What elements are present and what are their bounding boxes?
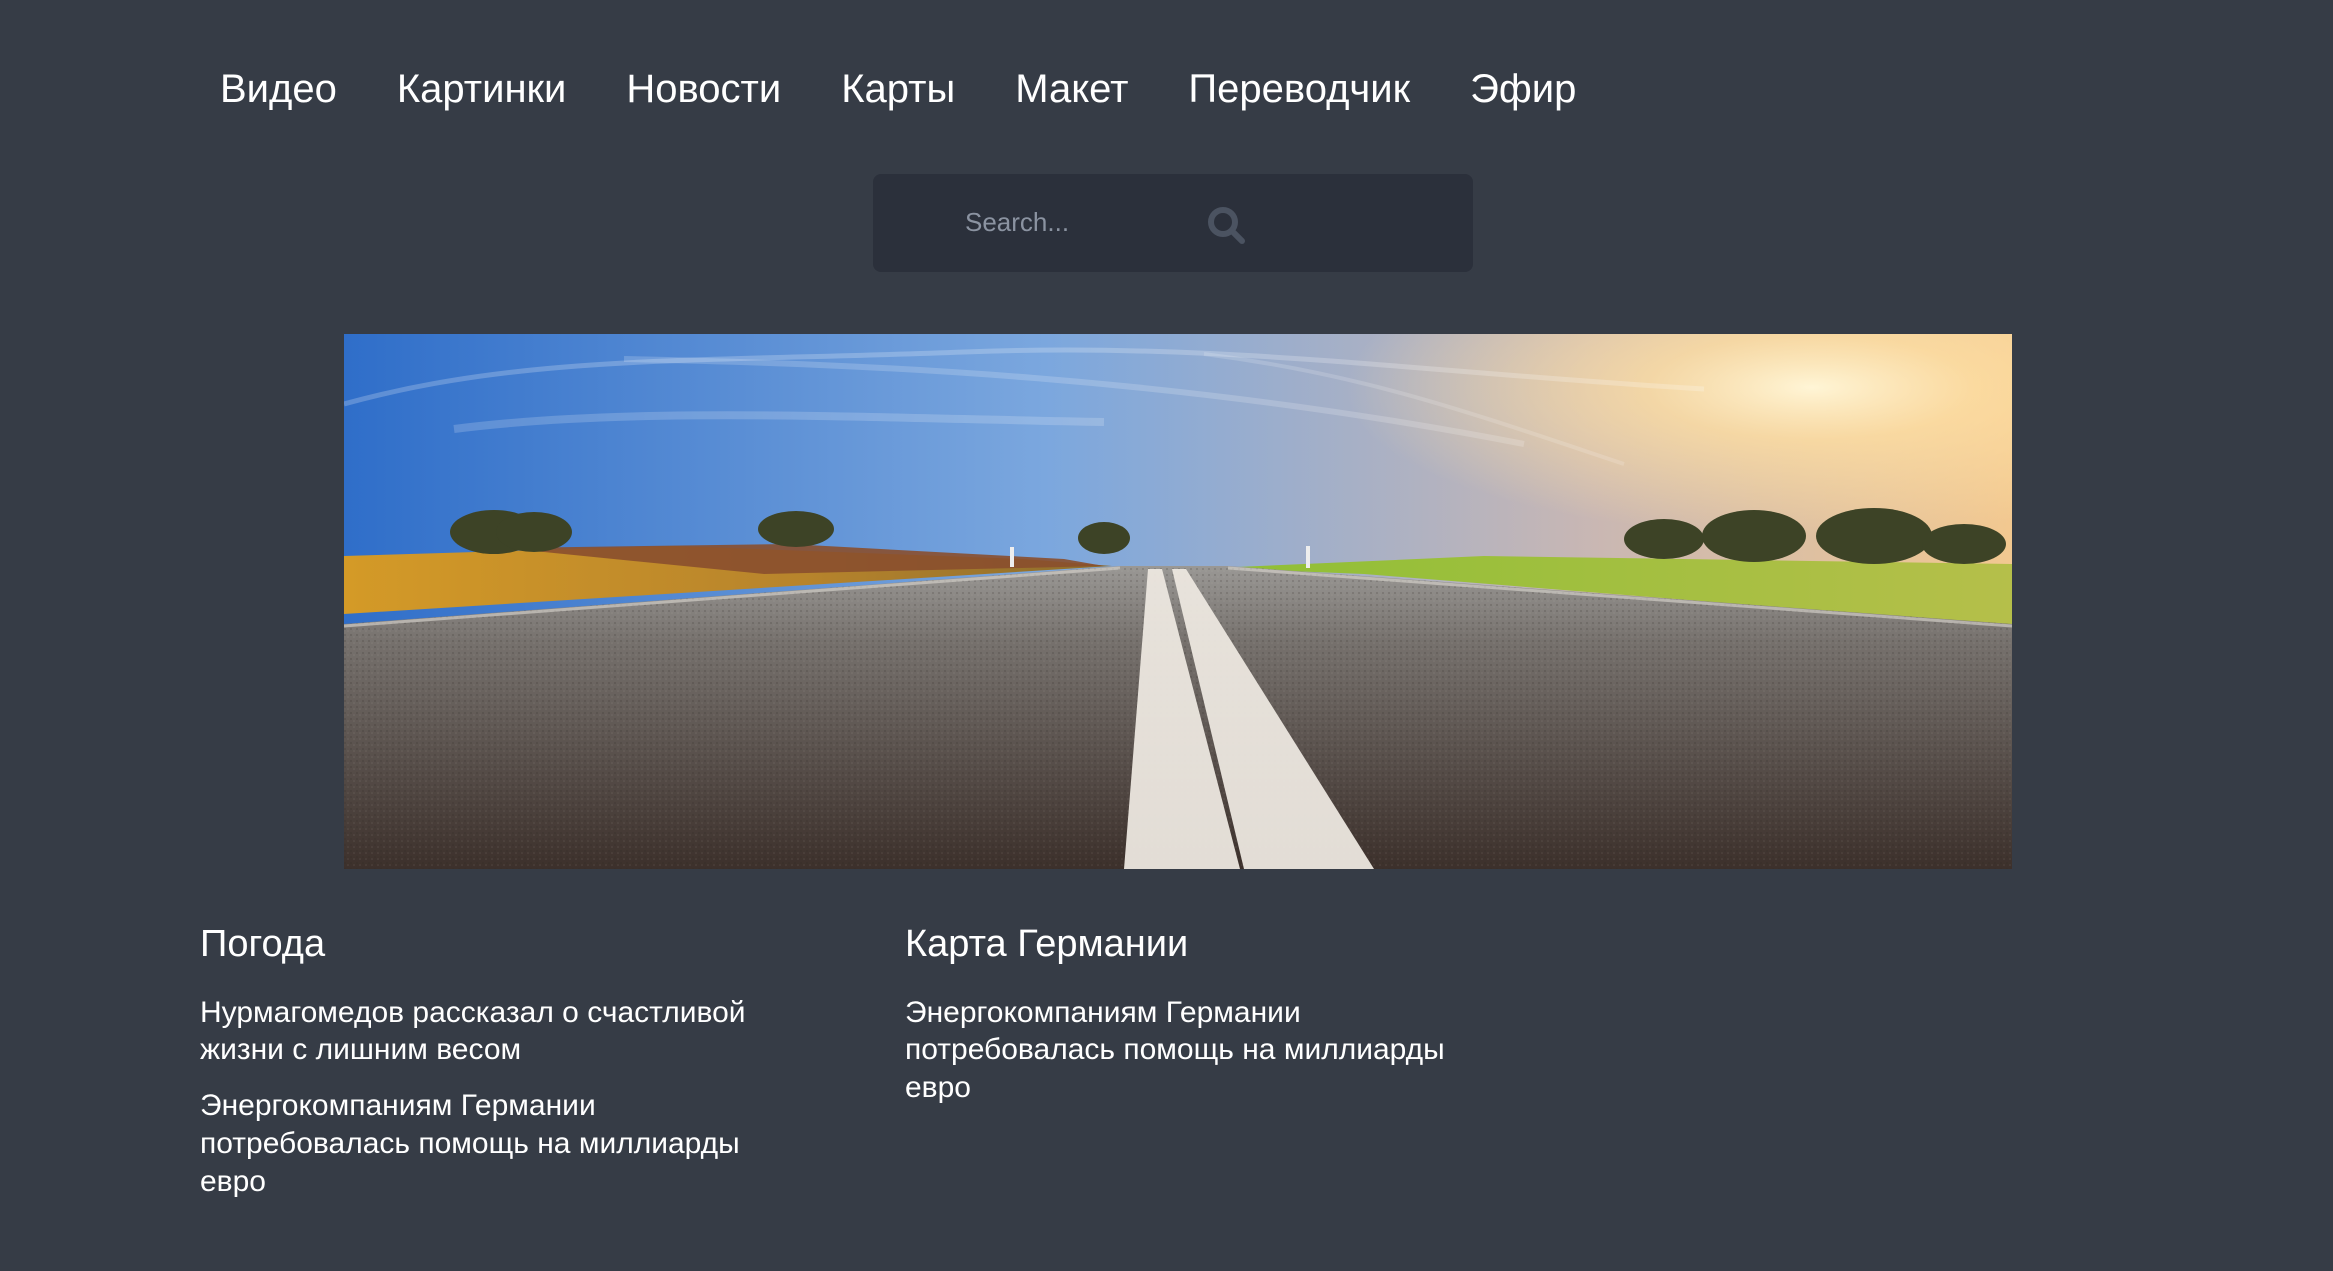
nav-item-layout[interactable]: Макет [1015,67,1128,112]
news-item[interactable]: Энергокомпаниям Германии потребовалась п… [200,1087,800,1200]
news-item[interactable]: Нурмагомедов рассказал о счастливой жизн… [200,994,800,1070]
nav-item-news[interactable]: Новости [626,67,781,112]
germany-map-column: Карта Германии Энергокомпаниям Германии … [905,922,1505,1125]
search-input[interactable] [963,194,1187,250]
nav-item-images[interactable]: Картинки [397,67,567,112]
hero-image [344,334,2012,869]
weather-column: Погода Нурмагомедов рассказал о счастлив… [200,922,800,1219]
nav-item-translator[interactable]: Переводчик [1188,67,1410,112]
nav-item-live[interactable]: Эфир [1470,67,1576,112]
news-item[interactable]: Энергокомпаниям Германии потребовалась п… [905,994,1505,1107]
search-icon [1208,207,1245,244]
road-landscape-image [344,334,2012,869]
weather-title[interactable]: Погода [200,922,800,968]
germany-map-title[interactable]: Карта Германии [905,922,1505,968]
search-button[interactable] [1203,202,1251,250]
search-box [873,174,1473,272]
top-navigation: Видео Картинки Новости Карты Макет Перев… [220,62,1636,116]
nav-item-video[interactable]: Видео [220,67,337,112]
nav-item-maps[interactable]: Карты [841,67,955,112]
